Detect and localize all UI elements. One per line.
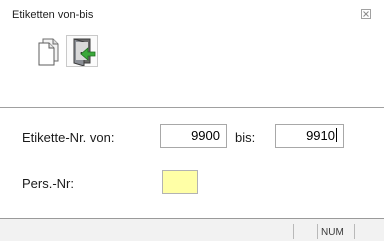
text-caret (336, 128, 337, 142)
etikette-bis-label: bis: (235, 130, 256, 145)
etikette-von-field[interactable]: 9900 (160, 124, 227, 148)
num-lock-indicator: NUM (321, 227, 344, 238)
close-icon[interactable] (360, 8, 372, 20)
window-title: Etiketten von-bis (12, 9, 94, 21)
status-divider (293, 224, 294, 239)
exit-door-icon (73, 38, 96, 66)
new-button[interactable] (33, 35, 65, 67)
etikette-bis-field[interactable]: 9910 (275, 124, 344, 148)
statusbar: NUM (0, 219, 384, 241)
exit-button[interactable] (66, 35, 98, 67)
etikette-von-label: Etikette-Nr. von: (22, 130, 115, 145)
status-divider (354, 224, 355, 239)
toolbar-separator (0, 107, 384, 108)
new-document-icon (38, 38, 59, 66)
status-divider (317, 224, 318, 239)
dialog-window: Etiketten von-bis Etikette-Nr. von: 9900… (0, 0, 384, 241)
etikette-bis-value: 9910 (306, 128, 335, 143)
pers-nr-label: Pers.-Nr: (22, 176, 74, 191)
pers-nr-field[interactable] (162, 170, 198, 194)
